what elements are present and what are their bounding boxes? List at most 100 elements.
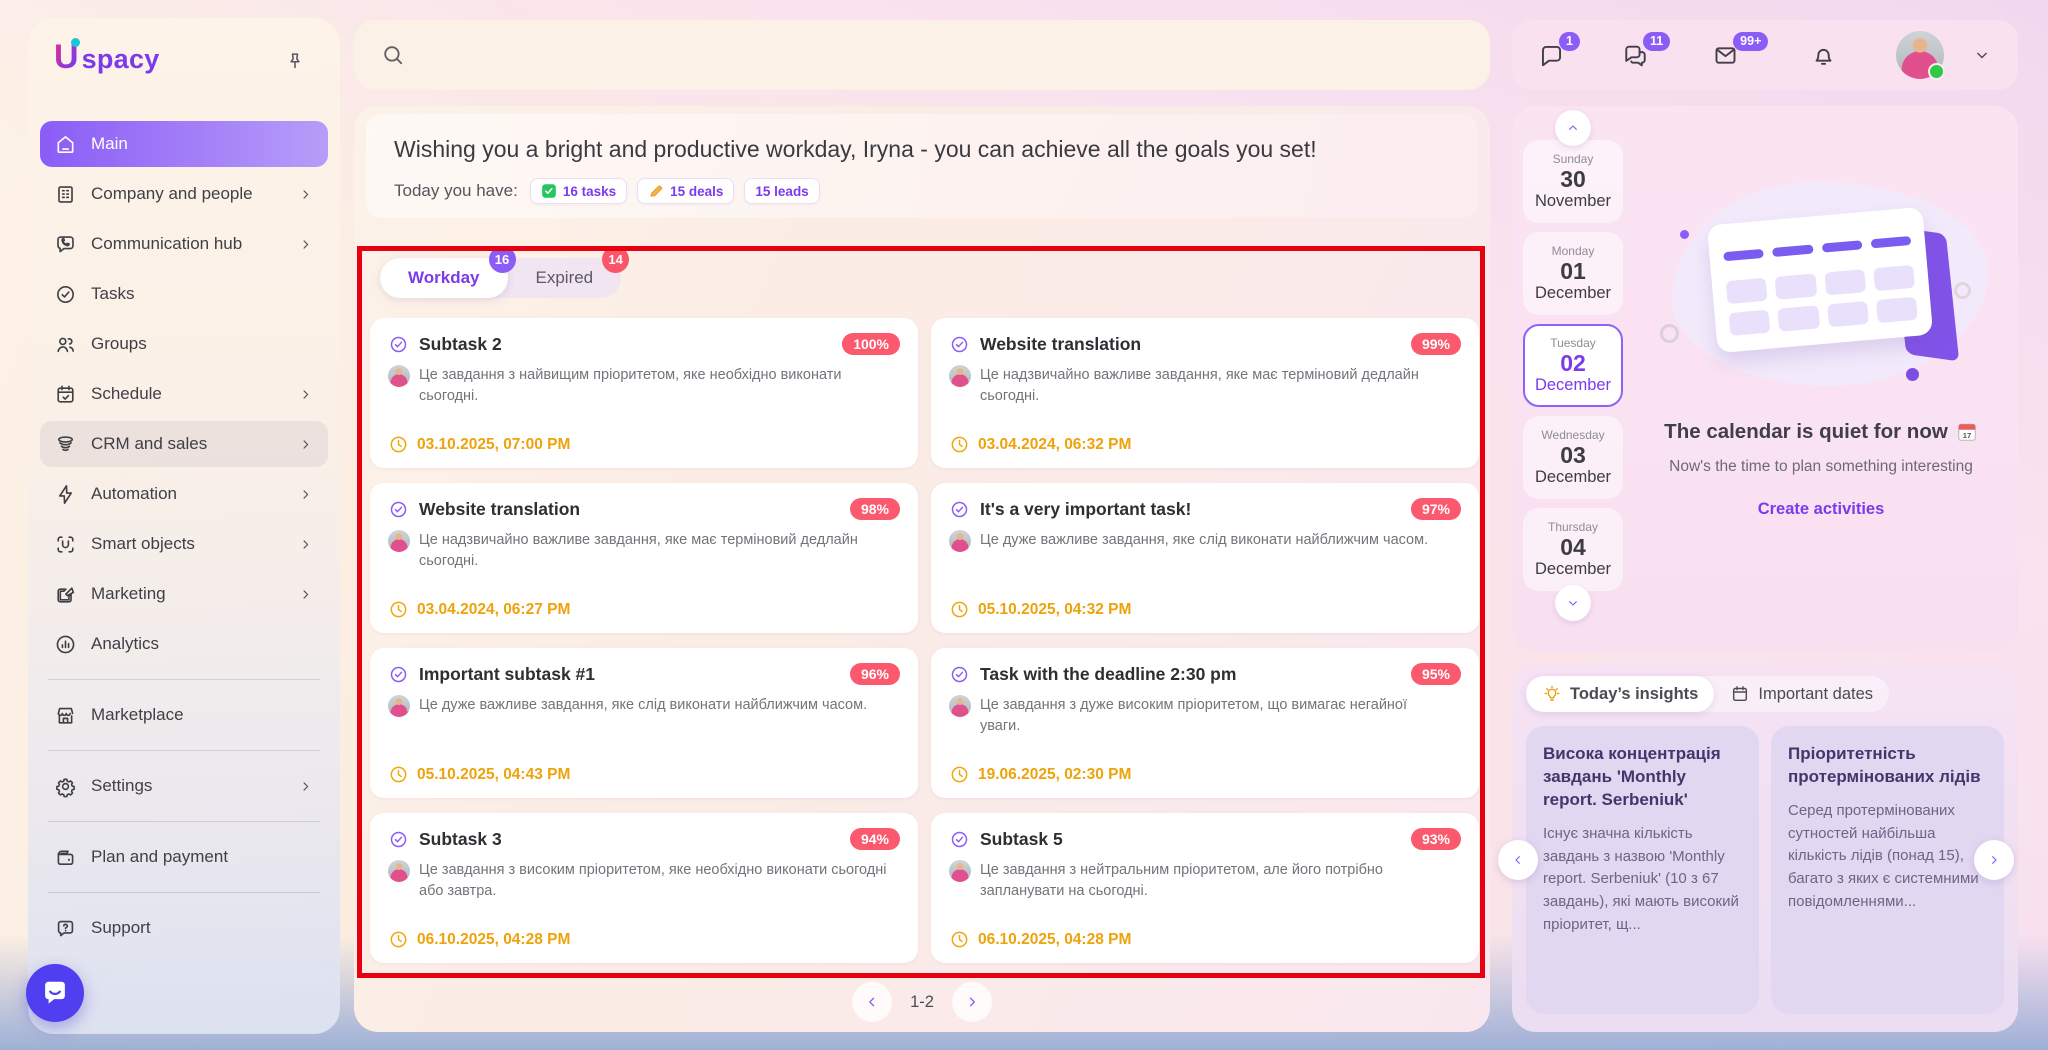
calendar-small-icon — [1730, 684, 1750, 704]
main-content: Wishing you a bright and productive work… — [354, 106, 1490, 1032]
task-check-icon[interactable] — [949, 664, 970, 685]
assignee-avatar — [949, 860, 971, 882]
insights-tab-label: Important dates — [1758, 685, 1873, 704]
building-icon — [54, 183, 77, 206]
date-card[interactable]: Wednesday 03 December — [1523, 416, 1623, 499]
task-title: Subtask 2 — [419, 334, 832, 355]
assignee-avatar — [949, 365, 971, 387]
task-card[interactable]: Subtask 2 100% Це завдання з найвищим пр… — [370, 318, 918, 468]
date-card[interactable]: Thursday 04 December — [1523, 508, 1623, 591]
create-activities-link[interactable]: Create activities — [1632, 500, 2010, 519]
task-card[interactable]: Website translation 98% Це надзвичайно в… — [370, 483, 918, 633]
date-card[interactable]: Tuesday 02 December — [1523, 324, 1623, 407]
sidebar-item-label: Smart objects — [91, 534, 195, 554]
global-search[interactable] — [354, 20, 1490, 90]
pin-sidebar-icon[interactable] — [284, 50, 306, 72]
task-percent-badge: 98% — [850, 498, 900, 520]
sidebar-item[interactable]: Automation — [40, 471, 328, 517]
date-card[interactable]: Monday 01 December — [1523, 232, 1623, 315]
chevron-right-icon — [297, 486, 314, 503]
task-check-icon[interactable] — [949, 334, 970, 355]
support-chat-launcher[interactable] — [26, 964, 84, 1022]
sidebar-item[interactable]: Smart objects — [40, 521, 328, 567]
sidebar-item[interactable]: Communication hub — [40, 221, 328, 267]
task-percent-badge: 93% — [1411, 828, 1461, 850]
sidebar-item[interactable]: Company and people — [40, 171, 328, 217]
sidebar-item-label: Communication hub — [91, 234, 242, 254]
dates-scroll-up-button[interactable] — [1555, 110, 1591, 146]
sidebar-item[interactable]: CRM and sales — [40, 421, 328, 467]
insight-card[interactable]: Пріоритетність протермінованих лідів Сер… — [1771, 726, 2004, 1014]
sidebar-item[interactable]: Tasks — [40, 271, 328, 317]
insight-cards: Висока концентрація завдань 'Monthly rep… — [1526, 726, 2004, 1014]
clock-icon — [388, 434, 409, 455]
calendar-emoji-icon: 17 — [1956, 421, 1978, 443]
chevron-right-icon — [297, 186, 314, 203]
bell-icon[interactable] — [1810, 42, 1837, 69]
task-card[interactable]: It's a very important task! 97% Це дуже … — [931, 483, 1479, 633]
task-due-date: 03.04.2024, 06:27 PM — [417, 601, 570, 619]
insight-card[interactable]: Висока концентрація завдань 'Monthly rep… — [1526, 726, 1759, 1014]
task-check-icon[interactable] — [388, 664, 409, 685]
summary-pill[interactable]: 15 leads — [744, 178, 819, 204]
dates-scroll-down-button[interactable] — [1555, 585, 1591, 621]
task-card[interactable]: Website translation 99% Це надзвичайно в… — [931, 318, 1479, 468]
calendar-empty-title: The calendar is quiet for now 17 — [1632, 420, 2010, 444]
gear-icon — [54, 775, 77, 798]
date-number: 04 — [1560, 534, 1586, 560]
task-check-icon[interactable] — [949, 499, 970, 520]
task-description: Це завдання з високим пріоритетом, яке н… — [419, 860, 889, 901]
insights-tab[interactable]: Today’s insights — [1526, 676, 1714, 712]
sidebar-item[interactable]: Marketplace — [40, 692, 328, 738]
store-icon — [54, 704, 77, 727]
task-description: Це надзвичайно важливе завдання, яке має… — [419, 530, 889, 571]
sidebar-item[interactable]: Plan and payment — [40, 834, 328, 880]
wallet-icon — [54, 846, 77, 869]
calendar-check-icon — [54, 383, 77, 406]
task-card[interactable]: Task with the deadline 2:30 pm 95% Це за… — [931, 648, 1479, 798]
task-check-icon[interactable] — [388, 829, 409, 850]
chevron-right-icon — [297, 586, 314, 603]
sidebar-item[interactable]: Analytics — [40, 621, 328, 667]
task-due-date: 03.04.2024, 06:32 PM — [978, 436, 1131, 454]
sidebar-item[interactable]: Schedule — [40, 371, 328, 417]
task-percent-badge: 99% — [1411, 333, 1461, 355]
pagination-next-button[interactable] — [952, 982, 992, 1022]
sidebar-item[interactable]: Support — [40, 905, 328, 951]
sidebar-item[interactable]: Settings — [40, 763, 328, 809]
insights-prev-button[interactable] — [1498, 840, 1538, 880]
task-card[interactable]: Important subtask #1 96% Це дуже важливе… — [370, 648, 918, 798]
sidebar-item[interactable]: Marketing — [40, 571, 328, 617]
pencil-emoji-icon — [648, 183, 664, 199]
insight-title: Пріоритетність протермінованих лідів — [1788, 743, 1987, 789]
chevron-up-icon — [1565, 120, 1581, 136]
chevron-down-icon[interactable] — [1972, 45, 1992, 65]
pagination-prev-button[interactable] — [852, 982, 892, 1022]
lamp-icon — [1542, 684, 1562, 704]
date-card[interactable]: Sunday 30 November — [1523, 140, 1623, 223]
chat-smile-icon — [39, 977, 71, 1009]
summary-pill[interactable]: 15 deals — [637, 178, 734, 204]
sidebar-item[interactable]: Groups — [40, 321, 328, 367]
summary-pill-label: 16 tasks — [563, 184, 616, 199]
chevron-right-icon — [297, 386, 314, 403]
task-card[interactable]: Subtask 5 93% Це завдання з нейтральним … — [931, 813, 1479, 963]
task-check-icon[interactable] — [388, 499, 409, 520]
assignee-avatar — [388, 860, 410, 882]
sidebar-divider — [48, 679, 320, 680]
sidebar-item-label: Tasks — [91, 284, 134, 304]
task-check-icon[interactable] — [388, 334, 409, 355]
task-card[interactable]: Subtask 3 94% Це завдання з високим пріо… — [370, 813, 918, 963]
tab-workday[interactable]: Workday 16 — [380, 258, 508, 298]
insights-next-button[interactable] — [1974, 840, 2014, 880]
sidebar-item[interactable]: Main — [40, 121, 328, 167]
summary-pill[interactable]: 16 tasks — [530, 178, 627, 204]
task-check-icon[interactable] — [949, 829, 970, 850]
sidebar-item-label: Company and people — [91, 184, 253, 204]
sidebar-item-label: Marketing — [91, 584, 166, 604]
insights-tab[interactable]: Important dates — [1714, 676, 1889, 712]
task-title: It's a very important task! — [980, 499, 1401, 520]
tab-expired[interactable]: Expired 14 — [508, 258, 622, 298]
assignee-avatar — [949, 530, 971, 552]
user-avatar[interactable] — [1896, 31, 1944, 79]
